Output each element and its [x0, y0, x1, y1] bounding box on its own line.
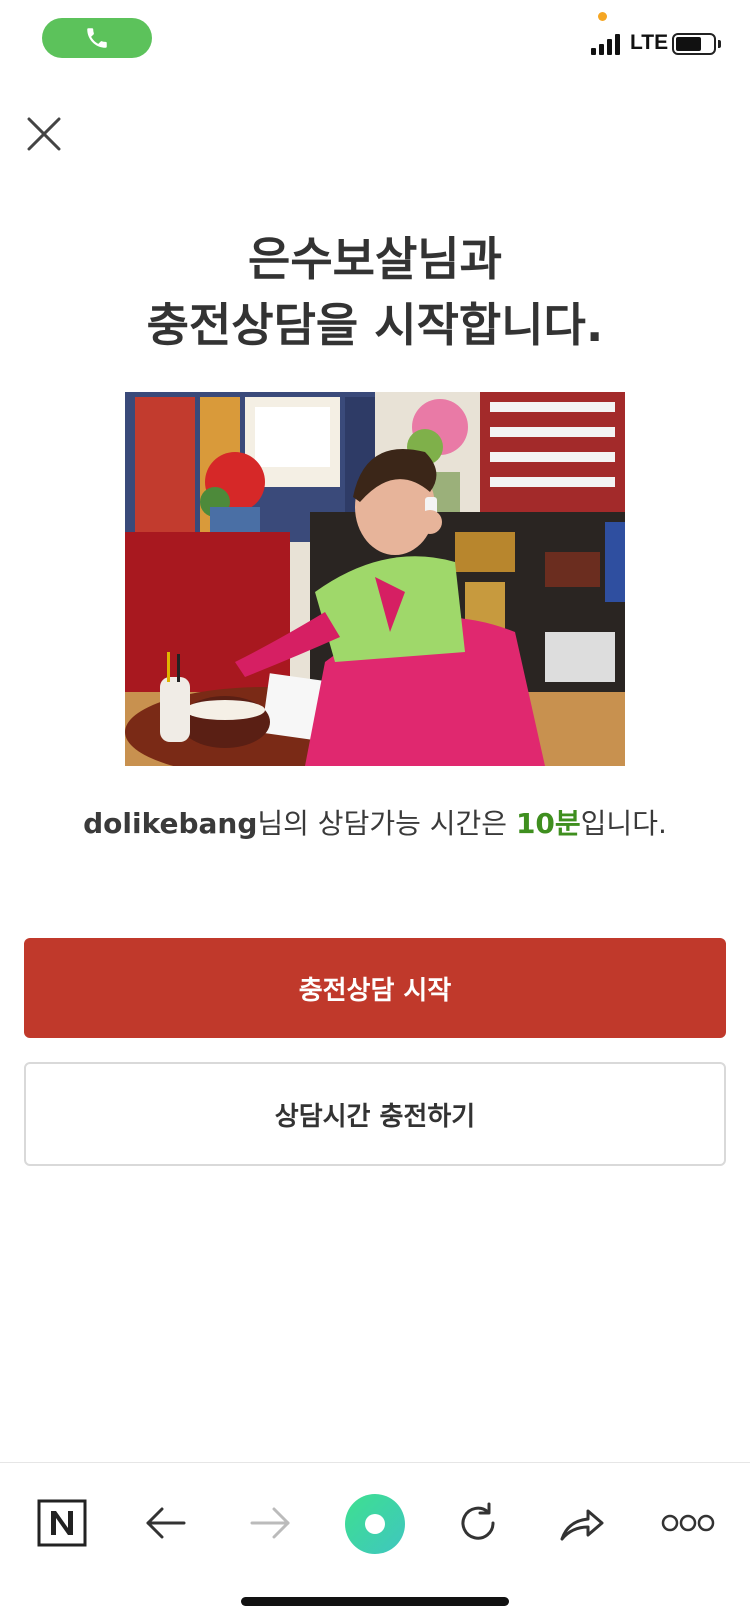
close-button[interactable]: [22, 112, 66, 156]
available-time-text: dolikebang님의 상담가능 시간은 10분입니다.: [0, 802, 750, 842]
share-icon: [560, 1509, 604, 1541]
back-arrow-icon: [146, 1507, 186, 1539]
privacy-indicator-dot: [598, 12, 607, 21]
green-dot-button[interactable]: [342, 1491, 408, 1557]
battery-cap: [718, 40, 721, 48]
info-mid-text: 님의 상담가능 시간은: [257, 807, 516, 840]
title-line-2: 충전상담을 시작합니다.: [146, 298, 604, 352]
naver-home-button[interactable]: [30, 1491, 94, 1555]
user-id: dolikebang: [83, 807, 258, 840]
status-bar: LTE: [0, 0, 750, 80]
page-title: 은수보살님과 충전상담을 시작합니다.: [0, 226, 750, 358]
start-consultation-button[interactable]: 충전상담 시작: [24, 938, 726, 1038]
more-button[interactable]: [656, 1491, 720, 1555]
battery-icon: [672, 33, 716, 55]
close-icon: [27, 117, 61, 151]
network-type-label: LTE: [630, 31, 669, 54]
forward-arrow-icon: [250, 1507, 290, 1539]
signal-icon: [591, 34, 620, 55]
home-indicator[interactable]: [241, 1597, 509, 1606]
share-button[interactable]: [550, 1491, 614, 1555]
home-circle-icon: [345, 1494, 405, 1554]
back-button[interactable]: [134, 1491, 198, 1555]
refresh-button[interactable]: [446, 1491, 510, 1555]
naver-icon: [37, 1499, 87, 1547]
forward-button[interactable]: [238, 1491, 302, 1555]
charge-time-button[interactable]: 상담시간 충전하기: [24, 1062, 726, 1166]
more-icon: [661, 1514, 715, 1532]
active-call-pill[interactable]: [42, 18, 152, 58]
info-end-text: 입니다.: [580, 807, 667, 840]
title-line-1: 은수보살님과: [248, 232, 502, 286]
phone-icon: [87, 28, 107, 48]
available-minutes: 10분: [515, 807, 581, 840]
refresh-icon: [461, 1502, 495, 1540]
page: LTE 은수보살님과 충전상담을 시작합니다. dolikebang님의 상담가…: [0, 0, 750, 1624]
counselor-photo: [125, 392, 625, 766]
